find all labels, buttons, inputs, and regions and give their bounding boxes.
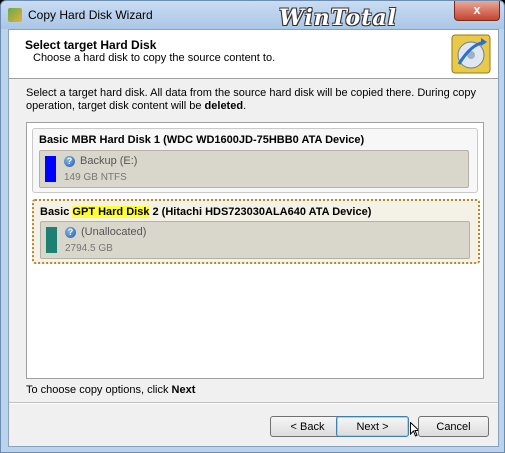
page-title: Select target Hard Disk bbox=[25, 38, 157, 52]
disk-item-2-selected[interactable]: Basic GPT Hard Disk 2 (Hitachi HDS723030… bbox=[32, 199, 480, 264]
wizard-window: Copy Hard Disk Wizard WinTotal x Select … bbox=[0, 0, 505, 453]
partition-color-bar bbox=[46, 227, 57, 253]
target-disk-list[interactable]: Basic MBR Hard Disk 1 (WDC WD1600JD-75HB… bbox=[26, 122, 484, 437]
page-subtitle: Choose a hard disk to copy the source co… bbox=[33, 52, 276, 64]
partition-backup[interactable]: ? Backup (E:) 149 GB NTFS bbox=[39, 150, 469, 188]
title-bar[interactable]: Copy Hard Disk Wizard WinTotal x bbox=[1, 1, 504, 31]
disk-copy-icon bbox=[451, 34, 491, 74]
help-icon: ? bbox=[65, 227, 76, 238]
partition-name: (Unallocated) bbox=[81, 226, 147, 238]
partition-color-bar bbox=[45, 156, 56, 182]
disk-title: Basic GPT Hard Disk 2 (Hitachi HDS723030… bbox=[40, 206, 372, 218]
partition-unallocated[interactable]: ? (Unallocated) 2794.5 GB bbox=[40, 221, 470, 259]
wizard-header: Select target Hard Disk Choose a hard di… bbox=[9, 30, 498, 79]
disk-title: Basic MBR Hard Disk 1 (WDC WD1600JD-75HB… bbox=[39, 134, 365, 146]
next-button[interactable]: Next > bbox=[336, 416, 409, 437]
partition-name: Backup (E:) bbox=[80, 155, 138, 167]
partition-info: 149 GB NTFS bbox=[64, 172, 127, 183]
app-icon bbox=[8, 8, 22, 22]
disk-item-1[interactable]: Basic MBR Hard Disk 1 (WDC WD1600JD-75HB… bbox=[32, 128, 478, 193]
back-button[interactable]: < Back bbox=[270, 416, 345, 437]
divider bbox=[9, 402, 498, 404]
partition-info: 2794.5 GB bbox=[65, 243, 113, 254]
close-button[interactable]: x bbox=[454, 1, 500, 21]
wizard-client-area: Select target Hard Disk Choose a hard di… bbox=[8, 29, 499, 447]
help-icon: ? bbox=[64, 156, 75, 167]
footer-hint: To choose copy options, click Next bbox=[26, 384, 196, 396]
cancel-button[interactable]: Cancel bbox=[418, 416, 489, 437]
window-title: Copy Hard Disk Wizard bbox=[28, 8, 153, 22]
watermark-logo: WinTotal bbox=[279, 5, 397, 31]
intro-text: Select a target hard disk. All data from… bbox=[26, 87, 477, 112]
